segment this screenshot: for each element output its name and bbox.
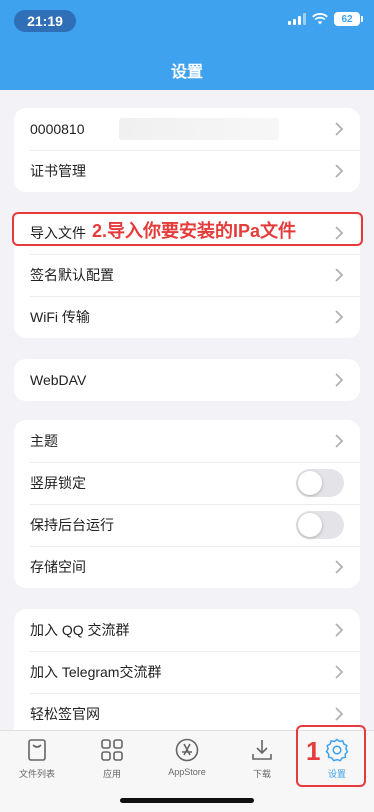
status-bar: 21:19 62 xyxy=(0,8,374,34)
chevron-right-icon xyxy=(335,665,344,679)
battery-icon: 62 xyxy=(334,12,363,26)
chevron-right-icon xyxy=(335,560,344,574)
portrait-lock-toggle[interactable] xyxy=(296,469,344,497)
row-label: 签名默认配置 xyxy=(30,267,114,283)
row-label: 竖屏锁定 xyxy=(30,475,86,491)
row-label: WebDAV xyxy=(30,372,87,388)
annotation-step-number: 1 xyxy=(306,736,321,766)
chevron-right-icon xyxy=(335,707,344,721)
chevron-right-icon xyxy=(335,623,344,637)
chevron-right-icon xyxy=(335,268,344,282)
group-community: 加入 QQ 交流群 加入 Telegram交流群 轻松签官网 xyxy=(14,609,360,730)
apps-grid-icon xyxy=(101,739,123,761)
row-label: 证书管理 xyxy=(30,163,86,179)
tab-label: AppStore xyxy=(168,767,206,777)
tab-appstore[interactable]: AppStore xyxy=(152,737,222,787)
row-label: 主题 xyxy=(30,433,58,449)
chevron-right-icon xyxy=(335,434,344,448)
download-icon xyxy=(252,740,272,760)
tab-label: 应用 xyxy=(102,769,121,779)
row-wifi-transfer[interactable]: WiFi 传输 xyxy=(14,296,360,338)
home-indicator xyxy=(120,798,254,803)
status-icons: 62 xyxy=(288,12,363,26)
group-preferences: 主题 竖屏锁定 保持后台运行 存储空间 xyxy=(14,420,360,588)
chevron-right-icon xyxy=(335,310,344,324)
signal-icon xyxy=(288,13,306,25)
chevron-right-icon xyxy=(335,122,344,136)
wifi-icon xyxy=(312,13,328,25)
annotation-import-hint: 2.导入你要安装的IPa文件 xyxy=(92,221,297,241)
row-label: 保持后台运行 xyxy=(30,517,114,533)
appstore-icon xyxy=(175,738,199,762)
redacted-area xyxy=(119,118,279,140)
group-webdav: WebDAV xyxy=(14,359,360,401)
keep-background-toggle[interactable] xyxy=(296,511,344,539)
row-portrait-lock: 竖屏锁定 xyxy=(14,462,360,504)
tab-label: 下载 xyxy=(252,769,271,779)
tab-apps[interactable]: 应用 xyxy=(77,737,147,787)
chevron-right-icon xyxy=(335,164,344,178)
app-header: 21:19 62 设置 xyxy=(0,0,374,90)
chevron-right-icon xyxy=(335,373,344,387)
row-join-telegram[interactable]: 加入 Telegram交流群 xyxy=(14,651,360,693)
tab-file-list[interactable]: 文件列表 xyxy=(2,737,72,787)
row-keep-background: 保持后台运行 xyxy=(14,504,360,546)
tab-download[interactable]: 下载 xyxy=(227,737,297,787)
row-label: WiFi 传输 xyxy=(30,309,90,325)
row-label: 存储空间 xyxy=(30,559,86,575)
row-label: 加入 Telegram交流群 xyxy=(30,664,162,680)
row-storage[interactable]: 存储空间 xyxy=(14,546,360,588)
group-account: 0000810 证书管理 xyxy=(14,108,360,192)
row-account-id[interactable]: 0000810 xyxy=(14,108,360,150)
row-certificate-management[interactable]: 证书管理 xyxy=(14,150,360,192)
row-label: 加入 QQ 交流群 xyxy=(30,622,130,638)
tab-label: 文件列表 xyxy=(18,769,55,779)
row-theme[interactable]: 主题 xyxy=(14,420,360,462)
row-sign-default-config[interactable]: 签名默认配置 xyxy=(14,254,360,296)
row-join-qq[interactable]: 加入 QQ 交流群 xyxy=(14,609,360,651)
status-time: 21:19 xyxy=(14,10,76,32)
file-list-icon xyxy=(28,739,46,761)
row-label: 轻松签官网 xyxy=(30,706,100,722)
row-webdav[interactable]: WebDAV xyxy=(14,359,360,401)
settings-content[interactable]: 0000810 证书管理 导入文件 签名默认配置 WiFi 传输 WebDAV xyxy=(0,90,374,730)
page-title: 设置 xyxy=(170,64,203,81)
